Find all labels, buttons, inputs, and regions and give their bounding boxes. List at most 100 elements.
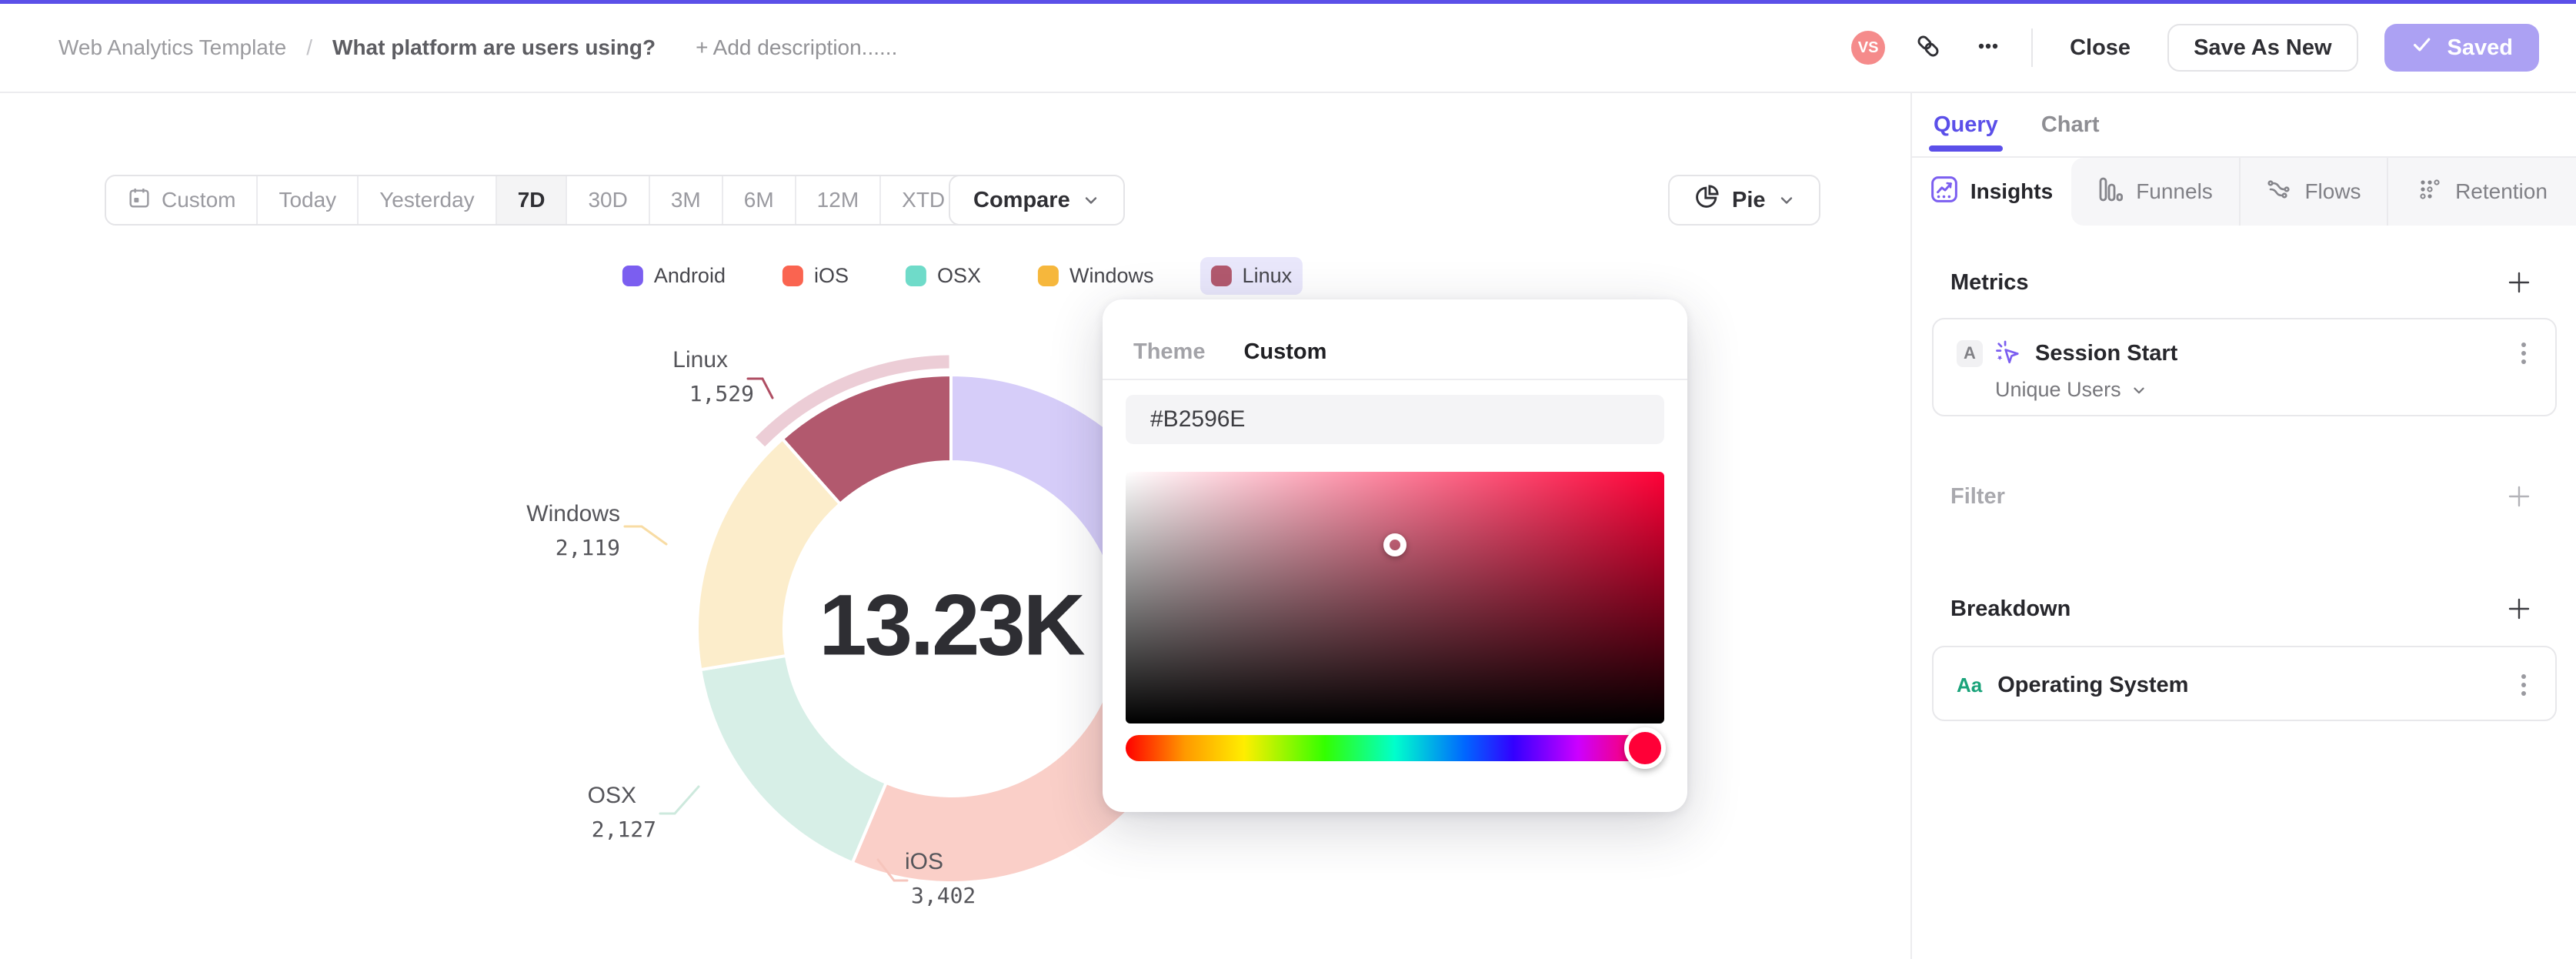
legend-swatch xyxy=(782,266,803,286)
calendar-icon xyxy=(127,185,152,216)
filter-header: Filter xyxy=(1912,483,2576,510)
legend-item-linux[interactable]: Linux xyxy=(1200,257,1303,295)
range-button-label: Custom xyxy=(162,188,236,212)
breadcrumb-separator: / xyxy=(306,35,313,59)
insight-mode-tabs: Insights Funnels Flows Retention xyxy=(1912,158,2576,226)
tab-custom[interactable]: Custom xyxy=(1243,339,1326,365)
share-link-button[interactable] xyxy=(1911,31,1945,65)
range-button-label: XTD xyxy=(902,188,946,212)
avatar[interactable]: VS xyxy=(1851,31,1886,65)
pie-label-windows: Windows 2,119 xyxy=(526,497,620,565)
range-button-yesterday[interactable]: Yesterday xyxy=(357,176,496,224)
range-button-custom[interactable]: Custom xyxy=(106,176,256,224)
filter-title: Filter xyxy=(1950,483,2005,509)
pie-label-connector-windows xyxy=(623,525,668,546)
save-as-new-button[interactable]: Save As New xyxy=(2167,24,2358,72)
close-button[interactable]: Close xyxy=(2059,35,2141,61)
chevron-down-icon xyxy=(1777,191,1796,209)
mode-funnels[interactable]: Funnels xyxy=(2071,158,2239,226)
tab-theme[interactable]: Theme xyxy=(1133,339,1205,365)
legend-label: Android xyxy=(653,264,726,287)
app-window: Web Analytics Template / What platform a… xyxy=(0,0,2576,959)
range-button-7d[interactable]: 7D xyxy=(495,176,566,224)
header: Web Analytics Template / What platform a… xyxy=(0,4,2576,93)
breadcrumb: Web Analytics Template / What platform a… xyxy=(58,35,897,60)
range-button-label: 7D xyxy=(517,188,546,212)
hue-slider[interactable] xyxy=(1126,727,1666,769)
breakdown-property-name[interactable]: Operating System xyxy=(1997,673,2188,698)
range-button-label: 12M xyxy=(816,188,859,212)
mode-label: Retention xyxy=(2455,179,2548,203)
range-button-label: 30D xyxy=(588,188,628,212)
range-button-3m[interactable]: 3M xyxy=(648,176,722,224)
pie-chart-icon xyxy=(1693,183,1720,217)
saved-button[interactable]: Saved xyxy=(2384,24,2539,72)
mode-retention[interactable]: Retention xyxy=(2387,158,2576,226)
pie-label-value: 3,402 xyxy=(911,883,976,908)
legend-item-ios[interactable]: iOS xyxy=(772,257,859,295)
metric-event-name[interactable]: Session Start xyxy=(2035,341,2177,366)
query-sidebar: Query Chart Insights Funnels Flows Reten… xyxy=(1910,93,2576,959)
range-button-label: Yesterday xyxy=(379,188,475,212)
accent-bar xyxy=(0,0,2576,4)
pie-slice-osx[interactable] xyxy=(699,653,888,865)
color-picker-popup: Theme Custom xyxy=(1103,299,1687,812)
range-button-6m[interactable]: 6M xyxy=(721,176,795,224)
check-icon xyxy=(2411,33,2434,62)
breakdown-card[interactable]: Aa Operating System xyxy=(1932,646,2557,721)
hue-slider-thumb[interactable] xyxy=(1623,727,1666,769)
breakdown-header: Breakdown xyxy=(1912,595,2576,623)
color-picker-tabs: Theme Custom xyxy=(1133,339,1326,365)
legend-item-android[interactable]: Android xyxy=(612,257,736,295)
hex-color-input[interactable] xyxy=(1126,395,1664,444)
pie-label-osx: OSX 2,127 xyxy=(588,779,656,847)
pie-label-connector-osx xyxy=(659,785,700,815)
more-menu-button[interactable] xyxy=(1971,31,2005,65)
pie-label-linux: Linux 1,529 xyxy=(672,343,754,411)
page-title[interactable]: What platform are users using? xyxy=(332,35,656,60)
legend-label: iOS xyxy=(813,264,849,287)
tab-chart[interactable]: Chart xyxy=(2041,93,2100,156)
mode-insights[interactable]: Insights xyxy=(1912,158,2071,226)
range-button-label: Today xyxy=(279,188,337,212)
pie-label-name: Linux xyxy=(672,347,728,373)
event-sparkle-cursor-icon xyxy=(1994,339,2023,368)
date-range-group: Custom Today Yesterday 7D 30D 3M 6M 12M XTD xyxy=(105,175,995,226)
add-breakdown-button[interactable] xyxy=(2505,595,2533,623)
ellipsis-icon xyxy=(1973,31,2004,65)
breadcrumb-root[interactable]: Web Analytics Template xyxy=(58,35,286,60)
legend-swatch xyxy=(1038,266,1059,286)
chevron-down-icon xyxy=(1082,191,1100,209)
breakdown-menu-button[interactable] xyxy=(2512,670,2535,700)
legend-label: Linux xyxy=(1242,264,1293,287)
add-description-button[interactable]: + Add description...... xyxy=(696,35,897,60)
compare-button-label: Compare xyxy=(973,187,1070,212)
mode-label: Insights xyxy=(1970,179,2054,203)
range-button-today[interactable]: Today xyxy=(256,176,357,224)
legend-label: OSX xyxy=(936,264,982,287)
legend-item-osx[interactable]: OSX xyxy=(895,257,992,295)
pie-label-name: OSX xyxy=(587,783,636,808)
aggregation-dropdown[interactable]: Unique Users xyxy=(1934,376,2555,422)
saturation-area[interactable] xyxy=(1126,472,1664,723)
link-icon xyxy=(1913,31,1944,65)
metric-menu-button[interactable] xyxy=(2512,338,2535,369)
add-filter-button[interactable] xyxy=(2505,483,2533,510)
add-metric-button[interactable] xyxy=(2505,269,2533,296)
tab-query[interactable]: Query xyxy=(1929,93,2003,156)
range-button-12m[interactable]: 12M xyxy=(794,176,879,224)
mode-label: Flows xyxy=(2304,179,2361,203)
mode-flows[interactable]: Flows xyxy=(2239,158,2387,226)
saturation-marker[interactable] xyxy=(1383,533,1406,556)
legend-item-windows[interactable]: Windows xyxy=(1027,257,1165,295)
metric-card[interactable]: A Session Start Unique Users xyxy=(1932,318,2557,416)
range-button-label: 6M xyxy=(743,188,774,212)
legend-label: Windows xyxy=(1069,264,1154,287)
insights-icon xyxy=(1930,175,1958,209)
compare-button[interactable]: Compare xyxy=(949,175,1125,226)
breakdown-title: Breakdown xyxy=(1950,596,2071,621)
pie-label-value: 2,119 xyxy=(555,535,620,560)
property-type-badge: Aa xyxy=(1957,673,1983,697)
chart-type-button[interactable]: Pie xyxy=(1668,175,1820,226)
range-button-30d[interactable]: 30D xyxy=(566,176,648,224)
